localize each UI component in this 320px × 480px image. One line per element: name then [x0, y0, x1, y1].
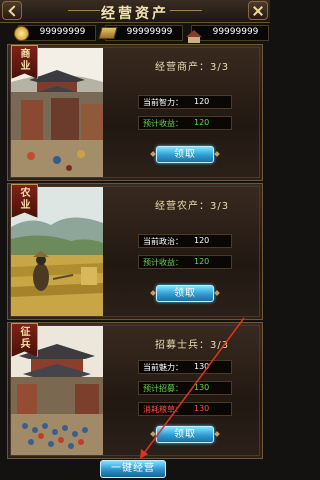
stat-row: 当前魅力： 130: [138, 360, 232, 374]
stat-value: 120: [194, 118, 210, 127]
resource-bar: 99999999 99999999 99999999: [0, 25, 270, 43]
claim-button[interactable]: 领取: [156, 426, 214, 443]
stat-label: 当前政治：: [143, 237, 183, 246]
stat-value: 130: [194, 404, 210, 413]
stat-label: 预计收益：: [143, 258, 183, 267]
resource-value: 99999999: [212, 27, 259, 37]
close-button[interactable]: [248, 1, 268, 20]
stat-row: 预计招募： 130: [138, 381, 232, 395]
resource-grain: 99999999: [98, 25, 183, 41]
grain-icon: [98, 27, 118, 39]
stat-label: 预计收益：: [143, 119, 183, 128]
ribbon-label: 农业: [20, 188, 31, 211]
stat-label: 当前智力：: [143, 98, 183, 107]
card-recruitment: 征兵 招募士兵：3/3 当前魅力： 130 预计招募： 130 消耗粮草： 13…: [7, 322, 263, 459]
resource-coin: 99999999: [13, 25, 96, 41]
resource-house: 99999999: [186, 25, 269, 43]
ribbon-label: 征兵: [20, 327, 31, 350]
stat-value: 130: [194, 362, 210, 371]
title-ornament-right: [170, 10, 202, 11]
stat-row: 预计收益： 120: [138, 116, 232, 130]
resource-value: 99999999: [39, 27, 86, 37]
stat-row: 消耗粮草： 130: [138, 402, 232, 416]
stat-row: 预计收益： 120: [138, 255, 232, 269]
stat-row: 当前智力： 120: [138, 95, 232, 109]
stat-row: 当前政治： 120: [138, 234, 232, 248]
claim-button[interactable]: 领取: [156, 146, 214, 163]
resource-value: 99999999: [126, 27, 173, 37]
page-title: 经营资产: [101, 6, 169, 22]
title-bar: 经营资产: [0, 0, 270, 23]
card-agriculture: 农业 经营农产：3/3 当前政治： 120 预计收益： 120 领取: [7, 183, 263, 320]
stat-label: 消耗粮草：: [143, 405, 183, 414]
card-title: 经营农产：3/3: [155, 201, 230, 212]
one-key-manage-button[interactable]: 一键经营: [100, 460, 166, 478]
stat-value: 120: [194, 236, 210, 245]
card-title: 招募士兵：3/3: [155, 340, 230, 351]
stat-value: 120: [194, 97, 210, 106]
house-icon: [186, 29, 202, 43]
stat-value: 120: [194, 257, 210, 266]
stat-value: 130: [194, 383, 210, 392]
ribbon-label: 商业: [20, 49, 31, 72]
coin-icon: [13, 25, 29, 41]
claim-button[interactable]: 领取: [156, 285, 214, 302]
stat-label: 预计招募：: [143, 384, 183, 393]
stat-label: 当前魅力：: [143, 363, 183, 372]
card-title: 经营商产：3/3: [155, 62, 230, 73]
card-commerce: 商业 经营商产：3/3 当前智力： 120 预计收益： 120 领取: [7, 44, 263, 181]
